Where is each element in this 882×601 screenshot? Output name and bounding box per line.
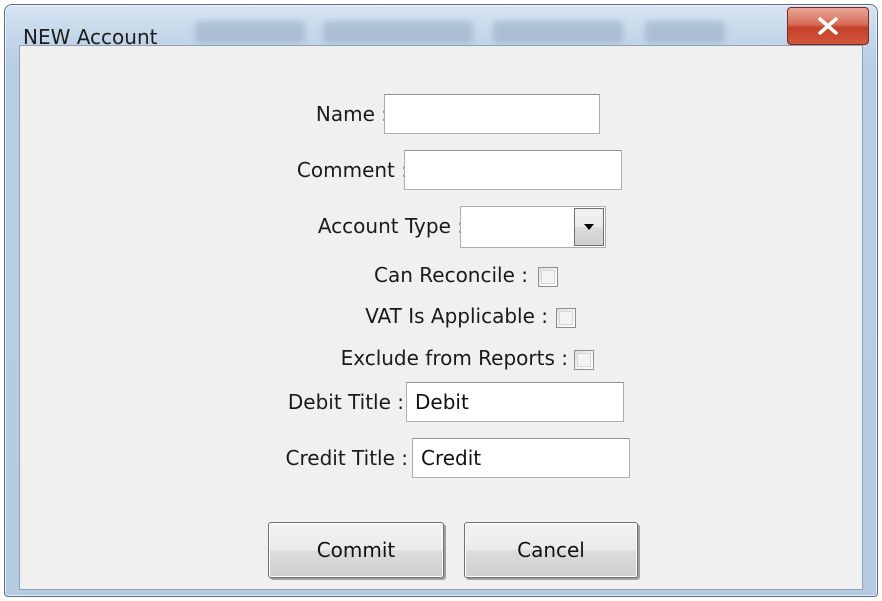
vat-applicable-label: VAT Is Applicable : bbox=[365, 304, 548, 328]
comment-label: Comment : bbox=[296, 158, 408, 182]
background-blur bbox=[493, 21, 623, 43]
dialog-content: Name : Comment : Account Type : Can Reco… bbox=[19, 45, 863, 590]
debit-title-label: Debit Title : bbox=[287, 390, 404, 414]
exclude-reports-label: Exclude from Reports : bbox=[340, 346, 568, 370]
commit-button[interactable]: Commit bbox=[268, 522, 444, 578]
name-input[interactable] bbox=[384, 94, 600, 134]
cancel-button[interactable]: Cancel bbox=[464, 522, 638, 578]
credit-title-label: Credit Title : bbox=[285, 446, 408, 470]
background-blur bbox=[195, 21, 305, 43]
dropdown-button[interactable] bbox=[574, 208, 604, 246]
background-blur bbox=[645, 21, 725, 43]
can-reconcile-checkbox[interactable] bbox=[538, 267, 558, 287]
comment-input[interactable] bbox=[404, 150, 622, 190]
account-type-select[interactable] bbox=[460, 206, 606, 248]
debit-title-input[interactable]: Debit bbox=[406, 382, 624, 422]
credit-title-input[interactable]: Credit bbox=[412, 438, 630, 478]
chevron-down-icon bbox=[584, 224, 594, 230]
close-icon bbox=[818, 17, 838, 35]
account-type-label: Account Type : bbox=[317, 214, 464, 238]
vat-applicable-checkbox[interactable] bbox=[556, 308, 576, 328]
name-label: Name : bbox=[315, 102, 388, 126]
can-reconcile-label: Can Reconcile : bbox=[374, 263, 528, 287]
background-blur bbox=[323, 21, 473, 43]
exclude-reports-checkbox[interactable] bbox=[574, 350, 594, 370]
dialog-window: NEW Account Name : Comment : Account Typ… bbox=[4, 4, 878, 597]
close-button[interactable] bbox=[787, 7, 869, 45]
